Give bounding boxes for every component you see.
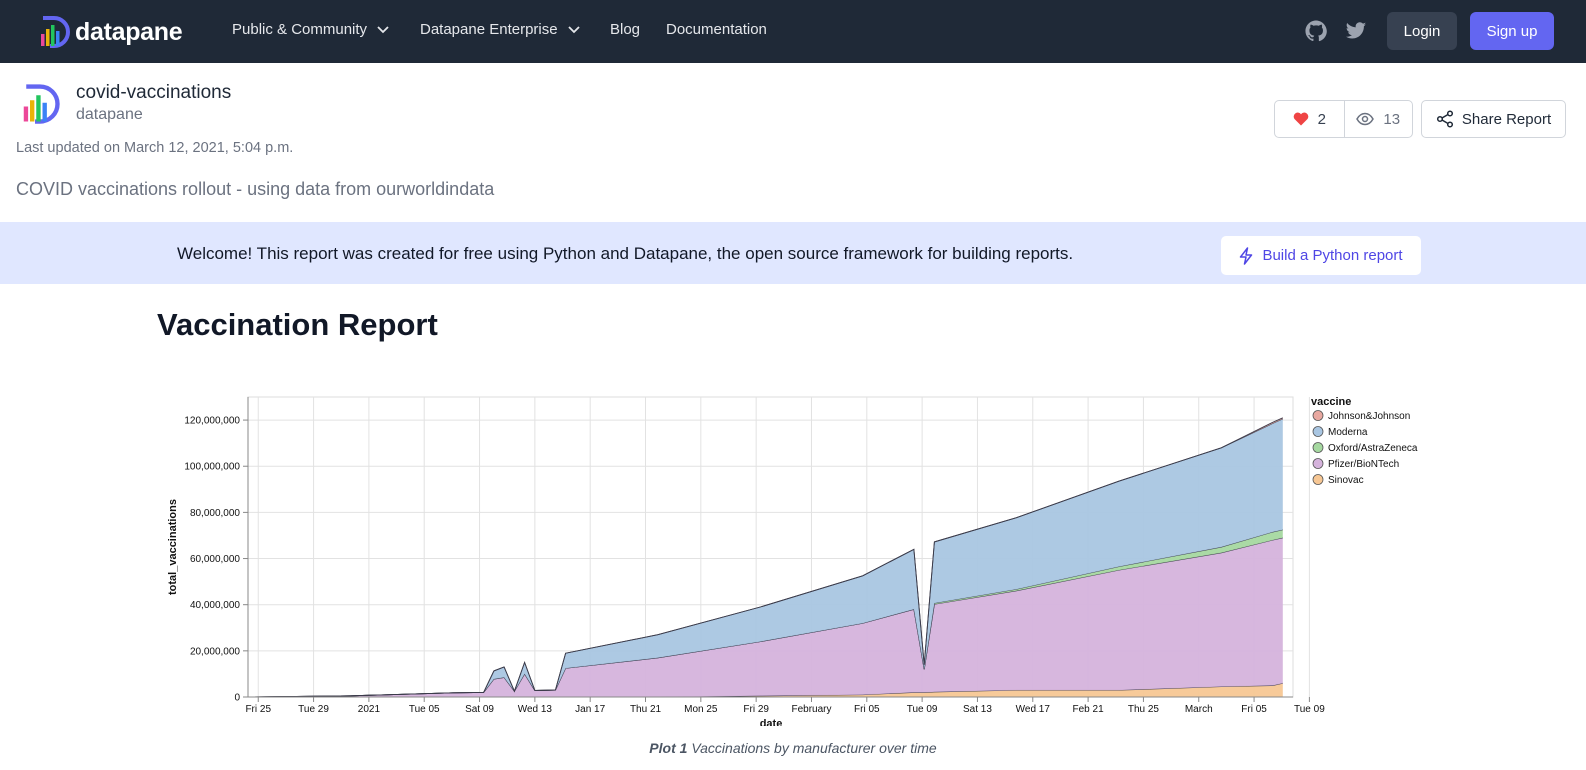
legend-swatch (1312, 474, 1324, 485)
x-tick-label: February (791, 704, 831, 715)
legend-swatch (1312, 410, 1324, 421)
plot-caption-prefix: Plot 1 (649, 740, 688, 756)
twitter-icon[interactable] (1345, 20, 1367, 42)
nav-blog-label: Blog (610, 21, 641, 38)
legend-label: Pfizer/BioNTech (1328, 459, 1399, 470)
brand-logo[interactable]: datapane (38, 16, 183, 48)
x-tick-label: Wed 13 (518, 704, 553, 715)
view-count: 13 (1383, 110, 1401, 128)
x-axis-title: date (760, 718, 783, 726)
like-count: 2 (1317, 110, 1326, 128)
github-icon[interactable] (1305, 20, 1327, 42)
legend-title: vaccine (1311, 396, 1351, 408)
page-title: Vaccination Report (157, 307, 438, 342)
nav-public-community-label: Public & Community (232, 21, 368, 38)
share-report-button[interactable]: Share Report (1421, 100, 1566, 138)
x-tick-label: Thu 21 (630, 704, 662, 715)
x-tick-label: Tue 29 (298, 704, 329, 715)
share-icon (1436, 110, 1453, 128)
datapane-logo-icon (41, 16, 70, 48)
chevron-down-icon (567, 25, 580, 33)
x-tick-label: Fri 05 (854, 704, 880, 715)
y-axis-title: total_vaccinations (167, 499, 179, 595)
x-tick-label: Sat 09 (465, 704, 494, 715)
last-updated-text: Last updated on March 12, 2021, 5:04 p.m… (16, 140, 294, 156)
legend-label: Johnson&Johnson (1328, 411, 1410, 422)
nav-datapane-enterprise[interactable]: Datapane Enterprise (420, 21, 580, 38)
x-tick-label: Tue 09 (907, 704, 938, 715)
x-tick-label: Fri 29 (743, 704, 769, 715)
legend-swatch (1312, 426, 1324, 437)
vaccinations-area-chart[interactable]: 0 20,000,000 40,000,000 60,000,000 80,000,00… (0, 380, 1586, 726)
like-button[interactable]: 2 (1275, 101, 1345, 137)
x-tick-label: 2021 (358, 704, 381, 715)
build-python-report-button[interactable]: Build a Python report (1221, 236, 1421, 275)
y-tick-label: 100,000,000 (184, 462, 240, 473)
report-owner-avatar[interactable] (20, 84, 60, 124)
report-owner-link[interactable]: datapane (76, 106, 143, 124)
plot-caption-text: Vaccinations by manufacturer over time (691, 740, 937, 756)
eye-icon (1356, 112, 1375, 126)
x-tick-label: Fri 05 (1241, 704, 1267, 715)
nav-documentation[interactable]: Documentation (666, 21, 767, 38)
x-tick-label: Tue 05 (409, 704, 440, 715)
legend-label: Oxford/AstraZeneca (1328, 443, 1418, 454)
x-tick-label: Mon 25 (684, 704, 718, 715)
y-tick-label: 120,000,000 (184, 416, 240, 427)
welcome-banner-text: Welcome! This report was created for fre… (177, 244, 1074, 263)
login-button[interactable]: Login (1387, 12, 1457, 50)
x-tick-label: Tue 09 (1294, 704, 1325, 715)
nav-public-community[interactable]: Public & Community (232, 21, 389, 38)
y-tick-label: 80,000,000 (190, 508, 240, 519)
nav-documentation-label: Documentation (666, 21, 767, 38)
y-tick-label: 40,000,000 (190, 600, 240, 611)
x-tick-label: Sat 13 (963, 704, 992, 715)
legend-swatch (1312, 442, 1324, 453)
x-tick-label: Feb 21 (1073, 704, 1105, 715)
report-stats: 2 13 (1274, 100, 1413, 138)
heart-icon (1293, 112, 1308, 126)
views-counter: 13 (1345, 101, 1413, 137)
legend-label: Moderna (1328, 427, 1368, 438)
chart-legend: vaccine Johnson&Johnson Moderna Oxford/Ast… (1311, 396, 1418, 486)
report-name: covid-vaccinations (76, 82, 232, 103)
y-tick-label: 0 (234, 693, 240, 704)
nav-blog[interactable]: Blog (610, 21, 640, 38)
report-description: COVID vaccinations rollout - using data … (16, 179, 495, 199)
lightning-icon (1240, 246, 1253, 265)
signup-button[interactable]: Sign up (1470, 12, 1554, 50)
legend-label: Sinovac (1328, 475, 1364, 486)
chevron-down-icon (377, 25, 389, 33)
x-tick-label: Jan 17 (575, 704, 605, 715)
top-nav: datapane Public & Community Datapane Ent… (0, 0, 1586, 63)
build-python-report-label: Build a Python report (1262, 247, 1403, 264)
brand-name: datapane (75, 17, 183, 46)
nav-datapane-enterprise-label: Datapane Enterprise (420, 21, 558, 38)
share-report-label: Share Report (1461, 110, 1552, 128)
x-tick-label: March (1185, 704, 1213, 715)
x-tick-label: Wed 17 (1016, 704, 1051, 715)
y-tick-label: 60,000,000 (190, 554, 240, 565)
x-tick-label: Thu 25 (1128, 704, 1160, 715)
y-tick-label: 20,000,000 (190, 646, 240, 657)
plot-caption: Plot 1 Vaccinations by manufacturer over… (0, 740, 1586, 756)
legend-swatch (1312, 458, 1324, 469)
x-tick-label: Fri 25 (245, 704, 271, 715)
